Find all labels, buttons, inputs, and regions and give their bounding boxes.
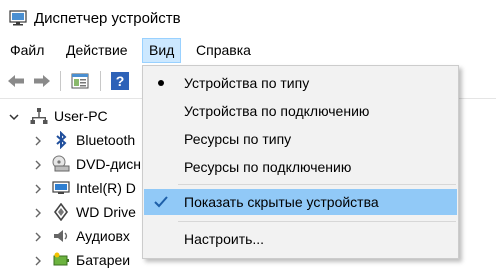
chevron-right-icon[interactable] <box>32 158 44 170</box>
toolbar-separator <box>100 71 101 91</box>
menu-item-show-hidden-devices[interactable]: Показать скрытые устройства <box>144 189 457 215</box>
dvd-drive-icon <box>52 155 70 173</box>
title-bar: Диспетчер устройств <box>0 0 496 38</box>
tree-node-label: DVD-дисн <box>76 156 141 172</box>
chevron-right-icon[interactable] <box>32 254 44 266</box>
back-arrow-icon[interactable] <box>6 71 26 91</box>
menu-item-devices-by-type[interactable]: Устройства по типу <box>144 70 457 96</box>
menu-item-devices-by-connection[interactable]: Устройства по подключению <box>144 98 457 124</box>
menu-bar: Файл Действие Вид Справка <box>0 38 496 64</box>
menu-item-label: Устройства по типу <box>184 75 310 91</box>
properties-icon[interactable] <box>70 71 90 91</box>
menu-action[interactable]: Действие <box>60 38 134 63</box>
tree-node-label: Батареи <box>76 252 131 268</box>
tree-node-label: Bluetooth <box>76 132 136 148</box>
forward-arrow-icon[interactable] <box>32 71 52 91</box>
menu-item-label: Ресурсы по типу <box>184 131 292 147</box>
help-icon[interactable]: ? <box>110 71 130 91</box>
usb-drive-icon <box>52 202 70 222</box>
speaker-icon <box>52 227 70 245</box>
chevron-right-icon[interactable] <box>32 182 44 194</box>
menu-separator <box>178 184 456 185</box>
bullet-icon <box>148 70 174 96</box>
battery-icon <box>52 251 70 269</box>
menu-item-customize[interactable]: Настроить... <box>144 226 457 252</box>
toolbar-separator <box>60 71 61 91</box>
chevron-right-icon[interactable] <box>32 206 44 218</box>
menu-help[interactable]: Справка <box>190 38 257 63</box>
menu-view[interactable]: Вид <box>142 38 182 63</box>
menu-item-resources-by-type[interactable]: Ресурсы по типу <box>144 126 457 152</box>
menu-item-label: Показать скрытые устройства <box>184 194 379 210</box>
menu-file[interactable]: Файл <box>4 38 50 63</box>
view-menu-dropdown: Устройства по типу Устройства по подключ… <box>142 65 459 259</box>
tree-node-label: WD Drive <box>76 204 136 220</box>
tree-root-label: User-PC <box>54 108 108 124</box>
menu-item-label: Устройства по подключению <box>184 103 370 119</box>
svg-text:?: ? <box>116 73 125 89</box>
checkmark-icon <box>148 189 174 215</box>
window-title: Диспетчер устройств <box>34 10 181 27</box>
display-adapter-icon <box>52 179 70 197</box>
menu-item-label: Настроить... <box>184 231 265 247</box>
tree-node-label: Аудиовх <box>76 228 130 244</box>
tree-node-label: Intel(R) D <box>76 180 136 196</box>
menu-item-label: Ресурсы по подключению <box>184 159 352 175</box>
menu-item-resources-by-connection[interactable]: Ресурсы по подключению <box>144 154 457 180</box>
chevron-right-icon[interactable] <box>32 134 44 146</box>
menu-separator <box>178 221 456 222</box>
bluetooth-icon <box>52 130 70 150</box>
chevron-down-icon[interactable] <box>8 110 20 122</box>
device-manager-app-icon <box>9 9 27 27</box>
chevron-right-icon[interactable] <box>32 230 44 242</box>
computer-network-icon <box>30 107 48 125</box>
